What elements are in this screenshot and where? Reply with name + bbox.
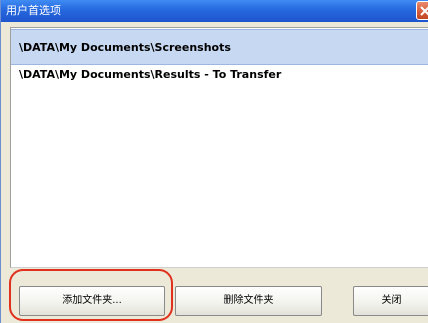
title-bar: 用户首选项: [1, 0, 428, 22]
folder-list-item[interactable]: \DATA\My Documents\Results - To Transfer: [11, 64, 428, 86]
folder-list-item[interactable]: \DATA\My Documents\Screenshots: [11, 29, 428, 65]
add-folder-button[interactable]: 添加文件夹...: [19, 286, 165, 316]
folder-list[interactable]: \DATA\My Documents\Screenshots \DATA\My …: [10, 27, 428, 268]
close-x-icon: [420, 6, 428, 16]
close-button[interactable]: 关闭: [353, 286, 428, 316]
delete-folder-button[interactable]: 删除文件夹: [175, 286, 322, 316]
folder-path: \DATA\My Documents\Results - To Transfer: [19, 68, 282, 81]
window-close-button[interactable]: [416, 1, 428, 20]
folder-path: \DATA\My Documents\Screenshots: [19, 41, 231, 54]
window-title: 用户首选项: [6, 4, 61, 17]
user-preferences-dialog: 用户首选项 \DATA\My Documents\Screenshots \DA…: [0, 0, 428, 323]
